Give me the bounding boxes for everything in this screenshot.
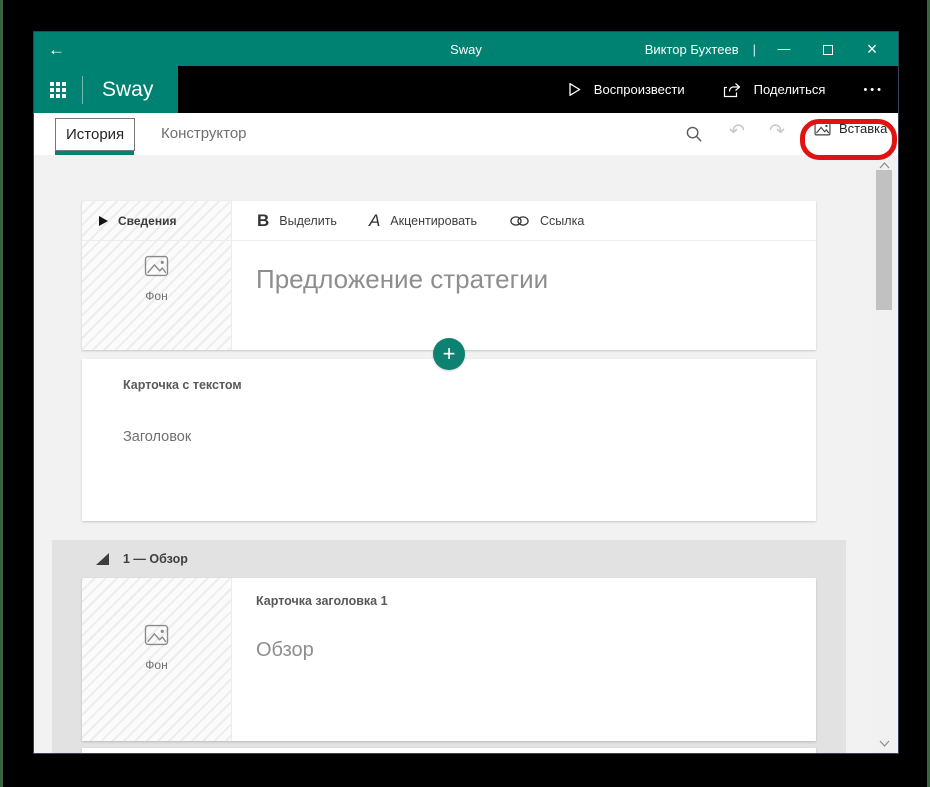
next-card-partial <box>82 748 816 753</box>
sway-app-window: ← Sway Виктор Бухтеев | — × Sway Воспрои… <box>33 31 899 754</box>
section-title: 1 — Обзор <box>123 552 188 566</box>
insert-button[interactable]: Вставка <box>814 121 887 136</box>
details-label: Сведения <box>118 213 177 228</box>
link-button[interactable]: Ссылка <box>509 214 584 228</box>
bold-label: Выделить <box>279 213 337 228</box>
title-card: Сведения Фон B Выделить A Акцентировать … <box>82 201 816 350</box>
title-card-left-panel: Сведения Фон <box>82 201 232 350</box>
share-icon <box>723 82 740 97</box>
heading-background-dropzone[interactable]: Фон <box>82 624 231 672</box>
collapse-triangle-icon <box>96 553 109 565</box>
tab-design[interactable]: Конструктор <box>161 113 247 155</box>
heading-card: Фон Карточка заголовка 1 Обзор <box>82 578 816 741</box>
user-name[interactable]: Виктор Бухтеев <box>645 42 739 57</box>
section-group: 1 — Обзор Фон Карточка заголовка 1 Обзор <box>52 540 846 753</box>
link-label: Ссылка <box>540 213 585 228</box>
redo-icon[interactable]: ↷ <box>765 120 789 143</box>
search-icon[interactable] <box>685 125 703 143</box>
app-launcher-icon[interactable] <box>50 81 66 98</box>
maximize-icon <box>823 44 833 55</box>
story-title-input[interactable]: Предложение стратегии <box>232 241 816 295</box>
background-label: Фон <box>145 658 168 672</box>
add-card-button[interactable]: + <box>433 338 465 370</box>
header-divider <box>82 75 83 104</box>
text-card-body[interactable]: Заголовок <box>123 429 816 445</box>
desktop-edge-left <box>0 0 3 787</box>
play-button[interactable]: Воспроизвести <box>567 82 685 97</box>
heading-card-body[interactable]: Обзор <box>256 639 388 662</box>
heading-card-type-label: Карточка заголовка 1 <box>256 594 388 608</box>
scrollbar-thumb[interactable] <box>876 170 892 310</box>
ribbon-tabbar: История Конструктор ↶ ↷ Вставка <box>34 113 898 155</box>
sway-logo: Sway <box>102 77 154 101</box>
section-header[interactable]: 1 — Обзор <box>52 540 846 578</box>
back-arrow-icon[interactable]: ← <box>48 41 65 58</box>
titlebar-separator: | <box>752 41 756 57</box>
link-icon <box>510 215 529 226</box>
minimize-button[interactable]: — <box>762 32 806 66</box>
text-card[interactable]: Карточка с текстом Заголовок <box>82 359 816 521</box>
details-expander[interactable]: Сведения <box>82 201 231 241</box>
heading-card-body-panel: Карточка заголовка 1 Обзор <box>232 578 388 741</box>
vertical-scrollbar[interactable] <box>872 155 896 753</box>
background-label: Фон <box>145 289 168 303</box>
insert-label: Вставка <box>839 121 888 136</box>
more-options-button[interactable]: ••• <box>863 84 884 96</box>
text-card-type-label: Карточка с текстом <box>123 378 242 392</box>
title-card-right-panel: B Выделить A Акцентировать Ссылка Предло… <box>232 201 816 350</box>
accent-icon: A <box>368 210 381 230</box>
undo-icon[interactable]: ↶ <box>725 120 749 143</box>
app-header-actions: Воспроизвести Поделиться ••• <box>178 66 898 113</box>
accent-label: Акцентировать <box>390 213 478 228</box>
storyline-canvas: Сведения Фон B Выделить A Акцентировать … <box>34 155 898 753</box>
image-placeholder-icon <box>144 624 169 646</box>
play-icon <box>569 83 581 96</box>
app-header: Sway Воспроизвести Поделиться ••• <box>34 66 898 113</box>
app-header-brand: Sway <box>34 66 178 113</box>
text-toolbar: B Выделить A Акцентировать Ссылка <box>232 201 816 241</box>
bold-button[interactable]: B Выделить <box>257 211 337 231</box>
window-titlebar: ← Sway Виктор Бухтеев | — × <box>34 32 898 66</box>
tab-story[interactable]: История <box>55 118 136 151</box>
image-placeholder-icon <box>144 255 169 277</box>
close-button[interactable]: × <box>850 32 894 66</box>
play-label: Воспроизвести <box>593 82 685 97</box>
background-dropzone[interactable]: Фон <box>82 255 231 303</box>
insert-image-icon <box>814 121 831 136</box>
bold-icon: B <box>257 210 270 230</box>
maximize-button[interactable] <box>806 32 850 66</box>
share-button[interactable]: Поделиться <box>723 82 826 98</box>
scroll-down-icon[interactable] <box>872 736 896 750</box>
accent-button[interactable]: A Акцентировать <box>369 211 477 231</box>
share-label: Поделиться <box>753 82 826 97</box>
expand-triangle-icon <box>99 215 108 226</box>
heading-card-left-panel: Фон <box>82 578 232 741</box>
